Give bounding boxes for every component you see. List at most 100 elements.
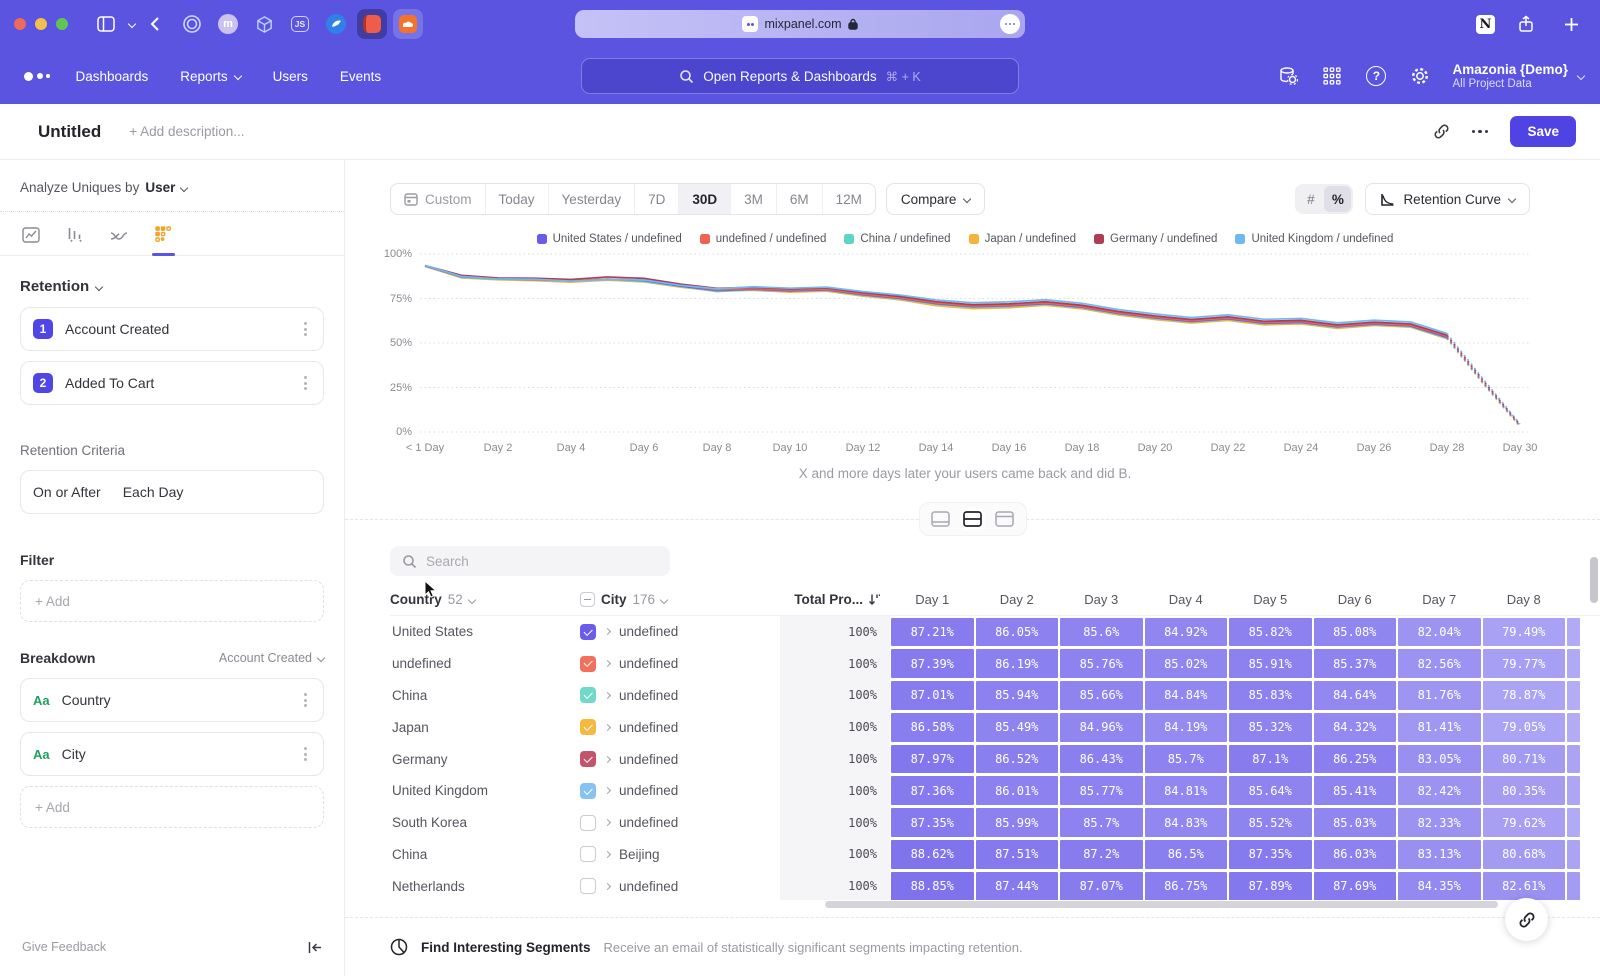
global-search[interactable]: Open Reports & Dashboards ⌘ + K bbox=[581, 58, 1019, 94]
retention-cell[interactable]: 87.01% bbox=[891, 681, 974, 710]
add-breakdown-button[interactable]: + Add bbox=[20, 786, 324, 828]
retention-cell[interactable]: 86.52% bbox=[976, 745, 1059, 774]
retention-cell[interactable]: 86.58% bbox=[891, 713, 974, 742]
country-cell[interactable]: China bbox=[390, 688, 580, 703]
expand-row-icon[interactable] bbox=[604, 756, 611, 763]
city-name[interactable]: undefined bbox=[619, 688, 678, 703]
retention-cell[interactable]: 85.99% bbox=[976, 808, 1059, 837]
more-options-icon[interactable] bbox=[1472, 130, 1489, 134]
day-column-header[interactable]: Day 2 bbox=[975, 592, 1060, 607]
rings-icon[interactable] bbox=[177, 9, 207, 39]
apps-grid-icon[interactable] bbox=[1320, 64, 1344, 88]
sidebar-toggle-icon[interactable] bbox=[97, 16, 115, 32]
retention-cell[interactable]: 86.25% bbox=[1314, 745, 1397, 774]
chart-type-selector[interactable]: Retention Curve bbox=[1365, 183, 1530, 215]
tab-retention[interactable] bbox=[155, 226, 172, 255]
retention-cell[interactable]: 84.81% bbox=[1145, 776, 1228, 805]
country-column-header[interactable]: Country52 bbox=[390, 592, 580, 607]
add-filter-button[interactable]: + Add bbox=[20, 580, 324, 622]
share-link-fab[interactable] bbox=[1505, 898, 1548, 941]
city-name[interactable]: undefined bbox=[619, 752, 678, 767]
expand-row-icon[interactable] bbox=[604, 660, 611, 667]
retention-cell[interactable]: 80.71% bbox=[1483, 745, 1566, 774]
retention-cell[interactable]: 85.66% bbox=[1060, 681, 1143, 710]
expand-row-icon[interactable] bbox=[604, 692, 611, 699]
nav-reports[interactable]: Reports bbox=[180, 69, 240, 84]
breakdown-card[interactable]: AaCountry bbox=[20, 678, 324, 722]
table-search-input[interactable] bbox=[426, 554, 626, 569]
step-event-name[interactable]: Account Created bbox=[65, 321, 169, 337]
retention-cell[interactable]: 87.07% bbox=[1060, 872, 1143, 900]
expand-row-icon[interactable] bbox=[604, 819, 611, 826]
legend-item[interactable]: Germany / undefined bbox=[1094, 233, 1217, 245]
back-icon[interactable] bbox=[150, 16, 160, 32]
share-icon[interactable] bbox=[1518, 15, 1534, 33]
retention-cell[interactable]: 85.82% bbox=[1229, 618, 1312, 647]
country-cell[interactable]: South Korea bbox=[390, 815, 580, 830]
segments-title[interactable]: Find Interesting Segments bbox=[421, 940, 591, 955]
breakdown-card[interactable]: AaCity bbox=[20, 732, 324, 776]
legend-item[interactable]: Japan / undefined bbox=[969, 233, 1076, 245]
retention-cell[interactable]: 85.02% bbox=[1145, 649, 1228, 678]
country-cell[interactable]: United States bbox=[390, 624, 580, 639]
expand-row-icon[interactable] bbox=[604, 883, 611, 890]
series-checkbox[interactable] bbox=[580, 624, 596, 640]
retention-cell[interactable]: 87.21% bbox=[891, 618, 974, 647]
retention-cell[interactable]: 87.44% bbox=[976, 872, 1059, 900]
retention-cell[interactable]: 84.92% bbox=[1145, 618, 1228, 647]
country-cell[interactable]: Germany bbox=[390, 752, 580, 767]
range-yesterday[interactable]: Yesterday bbox=[548, 184, 635, 214]
range-custom[interactable]: Custom bbox=[391, 184, 485, 214]
copy-link-icon[interactable] bbox=[1433, 123, 1450, 140]
retention-cell[interactable]: 85.08% bbox=[1314, 618, 1397, 647]
settings-gear-icon[interactable] bbox=[1408, 64, 1432, 88]
legend-item[interactable]: United States / undefined bbox=[537, 233, 682, 245]
city-name[interactable]: undefined bbox=[619, 783, 678, 798]
range-12m[interactable]: 12M bbox=[822, 184, 875, 214]
retention-cell[interactable]: 85.7% bbox=[1145, 745, 1228, 774]
retention-cell[interactable]: 82.61% bbox=[1483, 872, 1566, 900]
retention-cell[interactable]: 79.05% bbox=[1483, 713, 1566, 742]
retention-cell[interactable]: 87.36% bbox=[891, 776, 974, 805]
breakdown-scope-selector[interactable]: Account Created bbox=[219, 651, 324, 665]
collapse-sidebar-icon[interactable] bbox=[308, 941, 322, 954]
retention-cell[interactable]: 85.94% bbox=[976, 681, 1059, 710]
series-checkbox[interactable] bbox=[580, 719, 596, 735]
series-checkbox[interactable] bbox=[580, 687, 596, 703]
data-management-icon[interactable] bbox=[1276, 64, 1300, 88]
breakdown-property-name[interactable]: Country bbox=[62, 692, 111, 708]
nav-users[interactable]: Users bbox=[273, 69, 308, 84]
expand-row-icon[interactable] bbox=[604, 851, 611, 858]
retention-cell[interactable]: 84.35% bbox=[1398, 872, 1481, 900]
day-column-header[interactable]: Day 8 bbox=[1482, 592, 1567, 607]
total-column-header[interactable]: Total Pro... bbox=[780, 592, 890, 607]
range-7d[interactable]: 7D bbox=[634, 184, 678, 214]
help-icon[interactable]: ? bbox=[1364, 64, 1388, 88]
range-today[interactable]: Today bbox=[485, 184, 548, 214]
range-6m[interactable]: 6M bbox=[776, 184, 822, 214]
retention-cell[interactable]: 88.85% bbox=[891, 872, 974, 900]
nav-dashboards[interactable]: Dashboards bbox=[76, 69, 149, 84]
layout-split-icon[interactable] bbox=[961, 508, 985, 530]
retention-cell[interactable]: 85.91% bbox=[1229, 649, 1312, 678]
series-checkbox[interactable] bbox=[580, 846, 596, 862]
city-name[interactable]: undefined bbox=[619, 879, 678, 894]
city-name[interactable]: undefined bbox=[619, 656, 678, 671]
retention-cell[interactable]: 84.96% bbox=[1060, 713, 1143, 742]
expand-row-icon[interactable] bbox=[604, 724, 611, 731]
retention-cell[interactable]: 85.64% bbox=[1229, 776, 1312, 805]
retention-cell[interactable]: 84.32% bbox=[1314, 713, 1397, 742]
retention-cell[interactable]: 84.64% bbox=[1314, 681, 1397, 710]
step-event-name[interactable]: Added To Cart bbox=[65, 375, 154, 391]
red-app-icon[interactable] bbox=[357, 9, 387, 39]
zoom-window-icon[interactable] bbox=[56, 18, 68, 30]
new-tab-icon[interactable] bbox=[1564, 17, 1579, 32]
layout-chart-only-icon[interactable] bbox=[929, 508, 953, 530]
retention-cell[interactable]: 87.2% bbox=[1060, 840, 1143, 869]
vertical-scrollbar[interactable] bbox=[1590, 557, 1598, 603]
retention-cell[interactable]: 82.56% bbox=[1398, 649, 1481, 678]
country-cell[interactable]: United Kingdom bbox=[390, 783, 580, 798]
retention-cell[interactable]: 86.43% bbox=[1060, 745, 1143, 774]
retention-cell[interactable]: 87.97% bbox=[891, 745, 974, 774]
day-column-header[interactable]: Day 5 bbox=[1228, 592, 1313, 607]
